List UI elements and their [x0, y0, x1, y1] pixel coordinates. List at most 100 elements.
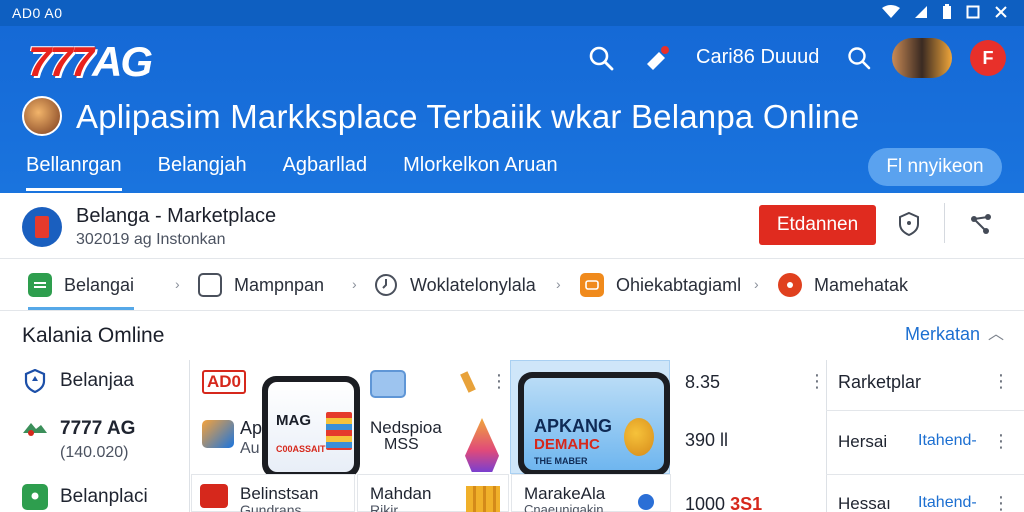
- rocket-icon: [465, 418, 499, 472]
- window-icon[interactable]: [966, 5, 980, 23]
- close-icon[interactable]: [994, 5, 1008, 23]
- product-subtitle: Rikir: [370, 502, 398, 512]
- price-value: 1000 3S1: [685, 494, 762, 512]
- more-options-icon[interactable]: ⋮: [992, 432, 1010, 450]
- search-icon[interactable]: [586, 43, 616, 73]
- chevron-right-icon: ›: [754, 276, 759, 292]
- brand-badge[interactable]: F: [970, 40, 1006, 76]
- status-bar: AD0 A0: [0, 0, 1024, 26]
- phone-subtitle: DEMAHC: [534, 436, 600, 453]
- price-value-red: 3S1: [730, 494, 763, 512]
- shield-badge-icon: [22, 368, 48, 394]
- product-phone-image[interactable]: MAG C00ASSAIT: [262, 376, 360, 478]
- category-mampnpan[interactable]: Mampnpan: [198, 270, 324, 300]
- app-thumbnail-icon[interactable]: [202, 420, 234, 448]
- brand-badge-label: F: [982, 47, 994, 68]
- search-icon-secondary[interactable]: [844, 43, 874, 73]
- store-action-button[interactable]: Etdannen: [759, 205, 876, 245]
- mail-icon[interactable]: [370, 370, 406, 398]
- list-item-belanjaa[interactable]: Belanjaa: [22, 368, 134, 394]
- signal-icon: [914, 5, 928, 23]
- category-belangai[interactable]: Belangai: [28, 270, 135, 310]
- store-bar: Belanga - Marketplace 302019 ag Instonka…: [0, 193, 1024, 259]
- battery-icon: [942, 4, 952, 24]
- logo-sevens: 777: [28, 38, 94, 85]
- more-options-icon[interactable]: ⋮: [992, 372, 1010, 390]
- user-label[interactable]: Cari86 Duuud: [696, 46, 819, 69]
- header-tabs: Bellanrgan Belangjah Agbarllad Mlorkelko…: [26, 154, 594, 191]
- category-label: Belangai: [64, 274, 135, 295]
- category-woklatelonylala[interactable]: Woklatelonylala: [374, 270, 536, 300]
- category-label: Mamehatak: [814, 274, 909, 295]
- product-title: MarakeAla: [524, 484, 606, 503]
- tab-belangjah[interactable]: Belangjah: [158, 154, 247, 191]
- product-subtitle: Au: [240, 440, 260, 457]
- map-pin-icon: [22, 416, 48, 442]
- section-title: Kalania Omline: [22, 324, 165, 347]
- list-item-label: 7777 AG: [60, 418, 136, 439]
- clock-icon: [374, 273, 398, 297]
- wifi-icon: [882, 5, 900, 23]
- product-subtitle: Cnaeunigakin: [524, 502, 604, 512]
- row-divider: [826, 474, 1024, 475]
- product-tag[interactable]: AD0: [202, 370, 247, 394]
- app-thumbnail-icon: [200, 484, 228, 508]
- category-divider: [0, 310, 1024, 311]
- category-ohiekabtagiaml[interactable]: Ohiekabtagiaml: [580, 270, 741, 300]
- more-options-icon[interactable]: ⋮: [992, 494, 1010, 512]
- store-subtitle: 302019 ag Instonkan: [76, 231, 226, 248]
- right-item-link[interactable]: Itahend-: [918, 432, 977, 450]
- header-cta-button[interactable]: Fl nnyikeon: [868, 148, 1002, 186]
- more-options-icon[interactable]: ⋮: [808, 372, 826, 390]
- product-title: Ap: [240, 418, 263, 438]
- pencil-icon: [460, 371, 476, 393]
- store-name: Belanga - Marketplace: [76, 205, 277, 227]
- tab-mlorkelkon-aruan[interactable]: Mlorkelkon Aruan: [403, 154, 558, 191]
- right-item-label: Hessaı: [838, 494, 891, 512]
- chevron-up-icon[interactable]: ︿: [988, 320, 1004, 344]
- store-logo: [22, 207, 62, 247]
- category-label: Ohiekabtagiaml: [616, 274, 742, 295]
- category-label: Mampnpan: [234, 274, 325, 295]
- featured-phone-image: APKANG DEMAHC THE MABER: [518, 372, 670, 476]
- notification-tag-icon[interactable]: [642, 43, 672, 73]
- right-item-label: Rarketplar: [838, 372, 922, 392]
- list-item-7777-ag[interactable]: 7777 AG: [22, 416, 135, 442]
- price-value: 390 ll: [685, 430, 729, 450]
- pin-icon: [638, 494, 654, 510]
- status-time: AD0 A0: [12, 5, 63, 21]
- shield-icon[interactable]: [894, 209, 924, 239]
- store-icon: [22, 484, 48, 510]
- phone-title: APKANG: [534, 416, 613, 436]
- price-value: 8.35: [685, 372, 721, 392]
- user-avatar[interactable]: [892, 38, 952, 78]
- list-item-label: Belanplaci: [60, 486, 148, 507]
- wallet-icon: [580, 273, 604, 297]
- column-divider: [189, 360, 190, 512]
- tab-agbarllad[interactable]: Agbarllad: [283, 154, 368, 191]
- tab-bellanrgan[interactable]: Bellanrgan: [26, 154, 122, 191]
- app-header: 777AG Cari86 Duuud F Aplipasim Markkspla…: [0, 26, 1024, 193]
- right-item-label: Hersai: [838, 432, 888, 451]
- headline-avatar: [22, 96, 62, 136]
- product-title: Mahdan: [370, 484, 432, 503]
- category-mamehatak[interactable]: Mamehatak: [778, 270, 908, 300]
- share-icon[interactable]: [966, 209, 996, 239]
- column-divider: [826, 360, 827, 512]
- more-options-icon[interactable]: ⋮: [490, 372, 508, 390]
- list-item-label: Belanjaa: [60, 370, 134, 391]
- product-title: Nedspioa: [370, 418, 442, 437]
- right-item-link[interactable]: Itahend-: [918, 494, 977, 512]
- store-bar-divider: [944, 203, 945, 243]
- category-bar: Belangai › Mampnpan › Woklatelonylala › …: [0, 262, 1024, 310]
- phone-title: MAG: [276, 412, 311, 429]
- promo-icon: [778, 273, 802, 297]
- chevron-right-icon: ›: [175, 276, 180, 292]
- chevron-right-icon: ›: [352, 276, 357, 292]
- row-divider: [826, 410, 1024, 411]
- category-label: Woklatelonylala: [410, 274, 536, 295]
- list-item-belanplaci[interactable]: Belanplaci: [22, 484, 148, 510]
- section-link[interactable]: Merkatan: [905, 324, 980, 345]
- app-logo[interactable]: 777AG: [28, 38, 153, 85]
- window-grid-icon: [198, 273, 222, 297]
